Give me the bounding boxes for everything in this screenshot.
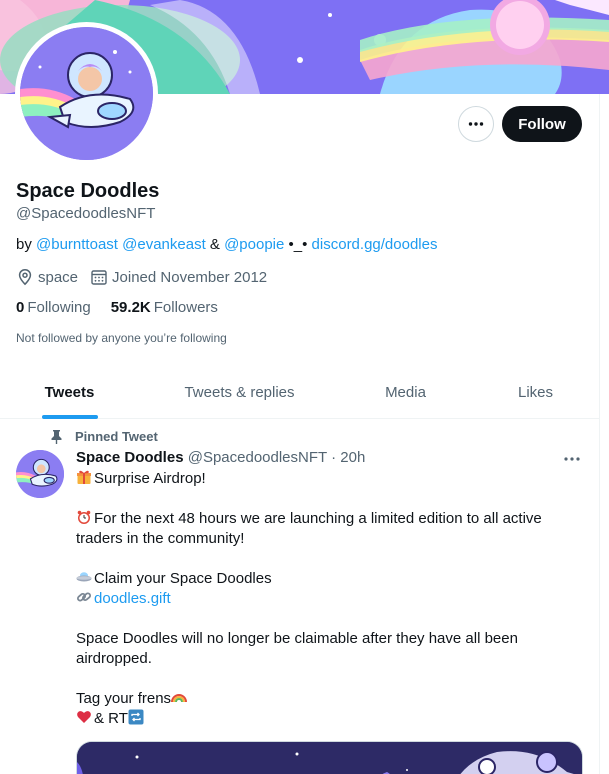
tweet-separator: · [326, 449, 341, 466]
avatar-artwork [20, 27, 153, 160]
more-options-button[interactable] [458, 106, 494, 142]
more-horizontal-icon [468, 122, 484, 126]
location-pin-icon [18, 269, 32, 286]
following-count: 0 [16, 299, 25, 316]
join-date: Joined November 2012 [90, 268, 267, 286]
bio-prefix: by [16, 236, 37, 253]
tweet-timestamp[interactable]: 20h [340, 449, 365, 466]
location-text: space [38, 268, 79, 286]
tweet-author-name[interactable]: Space Doodles [76, 449, 184, 466]
bio-face: •_• [284, 236, 312, 253]
tweet-line-no-longer: Space Doodles will no longer be claimabl… [76, 630, 518, 667]
ufo-emoji-icon [76, 572, 92, 582]
profile-bio: by @burnttoast @evankeast & @poopie •_• … [16, 236, 437, 253]
pinned-label: Pinned Tweet [75, 429, 158, 444]
following-label: Following [27, 299, 91, 316]
tweet-author-handle[interactable]: @SpacedoodlesNFT [188, 449, 327, 466]
red-heart-emoji-icon [77, 711, 91, 723]
tweet-link-doodles-gift[interactable]: doodles.gift [94, 590, 171, 607]
more-horizontal-icon [564, 457, 580, 461]
bio-ampersand: & [205, 236, 225, 253]
tab-tweets[interactable]: Tweets [0, 366, 139, 419]
tweet-more-button[interactable] [560, 449, 584, 469]
tweet-header: Space Doodles @SpacedoodlesNFT · 20h [76, 449, 365, 466]
gift-emoji-icon [77, 470, 91, 484]
alarm-clock-emoji-icon [77, 510, 91, 524]
tweet-media-artwork [77, 742, 582, 774]
tweet-text: Surprise Airdrop! For the next 48 hours … [76, 469, 586, 729]
profile-tabs: Tweets Tweets & replies Media Likes [0, 366, 600, 419]
calendar-icon [91, 270, 107, 285]
tab-likes[interactable]: Likes [471, 366, 600, 419]
pinned-indicator: Pinned Tweet [50, 429, 158, 444]
followers-link[interactable]: 59.2K Followers [111, 299, 218, 316]
followers-label: Followers [153, 299, 218, 316]
tweet-avatar[interactable] [16, 450, 64, 498]
repeat-emoji-icon [128, 709, 144, 725]
profile-name: Space Doodles [16, 180, 160, 202]
follow-counts: 0 Following 59.2K Followers [16, 299, 238, 316]
tab-media[interactable]: Media [340, 366, 471, 419]
tweet-avatar-artwork [16, 450, 64, 498]
tweet-line-airdrop: Surprise Airdrop! [76, 469, 586, 489]
followers-count: 59.2K [110, 299, 151, 316]
not-followed-notice: Not followed by anyone you’re following [16, 331, 227, 345]
profile-avatar[interactable] [15, 22, 158, 165]
tweet-line-claim: Claim your Space Doodles [76, 569, 586, 589]
bio-discord-link[interactable]: discord.gg/doodles [312, 236, 438, 253]
location: space [16, 268, 78, 286]
bio-mention-burnttoast[interactable]: @burnttoast [36, 236, 118, 253]
tweet-line-48-hours: For the next 48 hours we are launching a… [76, 510, 542, 547]
profile-meta: space Joined November 2012 [16, 268, 279, 286]
tab-tweets-replies[interactable]: Tweets & replies [139, 366, 340, 419]
column-border [599, 94, 600, 774]
follow-button[interactable]: Follow [502, 106, 582, 142]
bio-mention-evankeast[interactable]: @evankeast [122, 236, 206, 253]
link-emoji-icon [77, 592, 92, 602]
tweet-line-rt: & RT [76, 709, 586, 729]
tweet-media-image[interactable] [76, 741, 583, 774]
following-link[interactable]: 0 Following [16, 299, 91, 316]
tweet-line-tag: Tag your frens [76, 689, 586, 709]
join-date-text: Joined November 2012 [112, 268, 268, 286]
profile-handle: @SpacedoodlesNFT [16, 205, 156, 222]
tweet-line-link: doodles.gift [76, 589, 586, 609]
rainbow-emoji-icon [171, 694, 188, 703]
bio-mention-poopie[interactable]: @poopie [224, 236, 284, 253]
pin-icon [51, 429, 62, 444]
